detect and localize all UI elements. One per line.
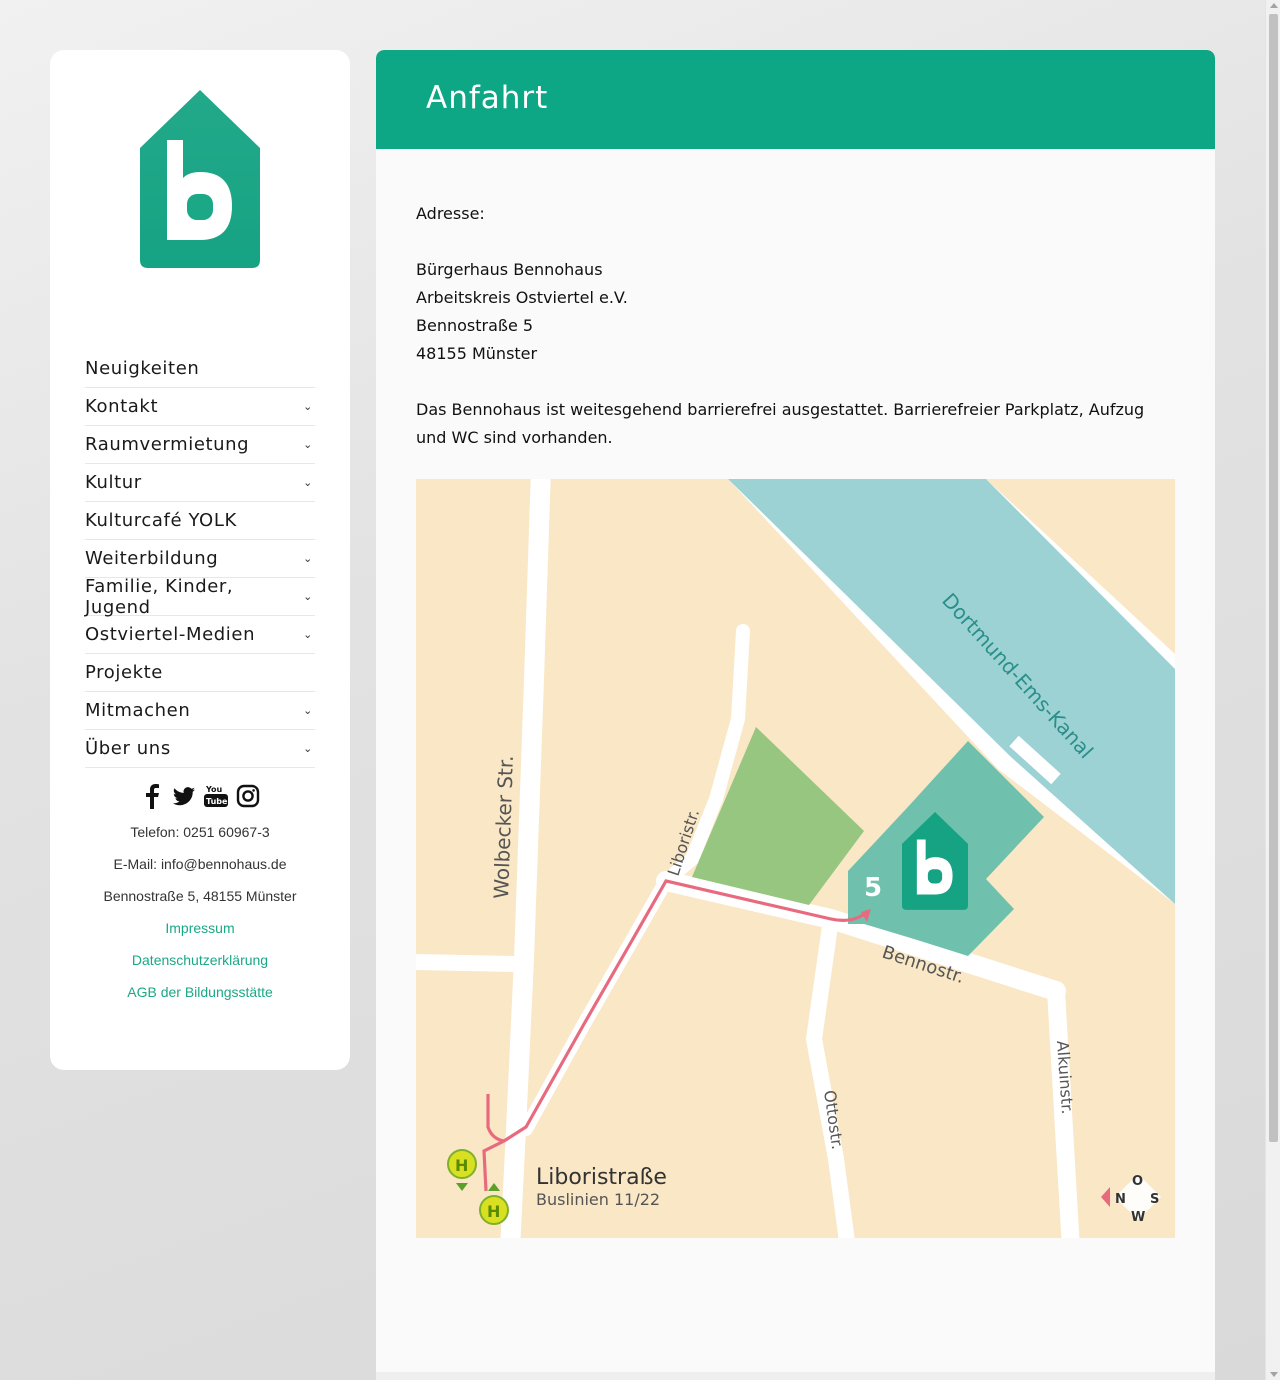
- nav-item-label: Kontakt: [85, 396, 159, 417]
- nav-item-label: Familie, Kinder, Jugend: [85, 575, 234, 618]
- nav-item[interactable]: Über uns ⌄: [85, 730, 315, 768]
- svg-text:O: O: [1132, 1174, 1143, 1189]
- street-label-wolbecker: Wolbecker Str.: [489, 755, 518, 899]
- email-address[interactable]: E-Mail: info@bennohaus.de: [50, 856, 350, 872]
- nav-item[interactable]: Weiterbildung ⌄: [85, 540, 315, 578]
- sidebar: Neuigkeiten Kontakt ⌄ Raumvermietung ⌄ Kultur…: [50, 50, 350, 1070]
- main-content: Anfahrt Adresse: Bürgerhaus Bennohaus Ar…: [376, 50, 1215, 1380]
- scroll-up-arrow-icon[interactable]: [1270, 3, 1278, 8]
- page-body: Adresse: Bürgerhaus Bennohaus Arbeitskre…: [416, 200, 1176, 452]
- nav-item-label: Ostviertel-Medien: [85, 624, 256, 645]
- nav-item[interactable]: Kontakt ⌄: [85, 388, 315, 426]
- address-line: Arbeitskreis Ostviertel e.V.: [416, 288, 628, 307]
- chevron-down-icon[interactable]: ⌄: [303, 742, 313, 755]
- nav-item-label: Kulturcafé YOLK: [85, 510, 237, 531]
- nav-item[interactable]: Kultur ⌄: [85, 464, 315, 502]
- phone-number: Telefon: 0251 60967-3: [130, 824, 270, 840]
- svg-text:S: S: [1150, 1192, 1159, 1207]
- impressum-link[interactable]: Impressum: [50, 920, 350, 936]
- nav-item[interactable]: Raumvermietung ⌄: [85, 426, 315, 464]
- main-navigation: Neuigkeiten Kontakt ⌄ Raumvermietung ⌄ Kultur…: [85, 350, 315, 768]
- nav-item[interactable]: Ostviertel-Medien ⌄: [85, 616, 315, 654]
- nav-item[interactable]: Projekte: [85, 654, 315, 692]
- scrollbar-thumb[interactable]: [1269, 14, 1278, 1142]
- privacy-policy-link[interactable]: Datenschutzerklärung: [50, 952, 350, 968]
- chevron-down-icon[interactable]: ⌄: [303, 552, 313, 565]
- nav-item-label: Raumvermietung: [85, 434, 250, 455]
- content-bottom-edge: [376, 1372, 1215, 1380]
- nav-item-label: Neuigkeiten: [85, 358, 200, 379]
- address-line: 48155 Münster: [416, 344, 538, 363]
- chevron-down-icon[interactable]: ⌄: [303, 438, 313, 451]
- directions-map[interactable]: 5 Wolbecker Str. Liboristr. Bennostr. Ot…: [416, 479, 1175, 1238]
- chevron-down-icon[interactable]: ⌄: [303, 628, 313, 641]
- chevron-down-icon[interactable]: ⌄: [303, 704, 313, 717]
- svg-text:Tube: Tube: [206, 797, 228, 806]
- terms-link[interactable]: AGB der Bildungsstätte: [50, 984, 350, 1000]
- svg-text:N: N: [1115, 1192, 1126, 1207]
- scroll-down-arrow-icon[interactable]: [1270, 1372, 1278, 1377]
- chevron-down-icon[interactable]: ⌄: [303, 476, 313, 489]
- svg-text:W: W: [1131, 1210, 1145, 1225]
- youtube-icon[interactable]: You Tube: [204, 783, 228, 809]
- nav-item-label: Weiterbildung: [85, 548, 219, 569]
- chevron-down-icon[interactable]: ⌄: [303, 590, 313, 603]
- bus-stop-name: Liboristraße: [536, 1165, 667, 1190]
- nav-item-label: Mitmachen: [85, 700, 191, 721]
- address-label: Adresse:: [416, 204, 485, 223]
- chevron-down-icon[interactable]: ⌄: [303, 400, 313, 413]
- svg-text:H: H: [487, 1202, 500, 1221]
- facebook-icon[interactable]: [140, 783, 164, 809]
- page-header: Anfahrt: [376, 50, 1215, 149]
- social-links: You Tube: [50, 783, 350, 809]
- nav-item[interactable]: Mitmachen ⌄: [85, 692, 315, 730]
- address-line: Bürgerhaus Bennohaus: [416, 260, 603, 279]
- svg-text:H: H: [455, 1156, 468, 1175]
- house-number-label: 5: [864, 873, 882, 903]
- nav-item-label: Kultur: [85, 472, 142, 493]
- nav-item-label: Projekte: [85, 662, 163, 683]
- bus-lines-label: Buslinien 11/22: [536, 1190, 660, 1209]
- twitter-icon[interactable]: [172, 783, 196, 809]
- instagram-icon[interactable]: [236, 783, 260, 809]
- nav-item-label: Über uns: [85, 738, 171, 759]
- svg-text:You: You: [205, 785, 223, 794]
- nav-item[interactable]: Familie, Kinder, Jugend ⌄: [85, 575, 315, 618]
- bennohaus-logo-icon[interactable]: [140, 90, 260, 268]
- nav-item[interactable]: Neuigkeiten: [85, 350, 315, 388]
- postal-address: Bennostraße 5, 48155 Münster: [103, 888, 297, 904]
- page-title: Anfahrt: [426, 80, 549, 116]
- nav-item[interactable]: Kulturcafé YOLK: [85, 502, 315, 540]
- accessibility-text: Das Bennohaus ist weitesgehend barrieref…: [416, 400, 1145, 447]
- address-line: Bennostraße 5: [416, 316, 534, 335]
- page-scrollbar[interactable]: [1265, 0, 1280, 1380]
